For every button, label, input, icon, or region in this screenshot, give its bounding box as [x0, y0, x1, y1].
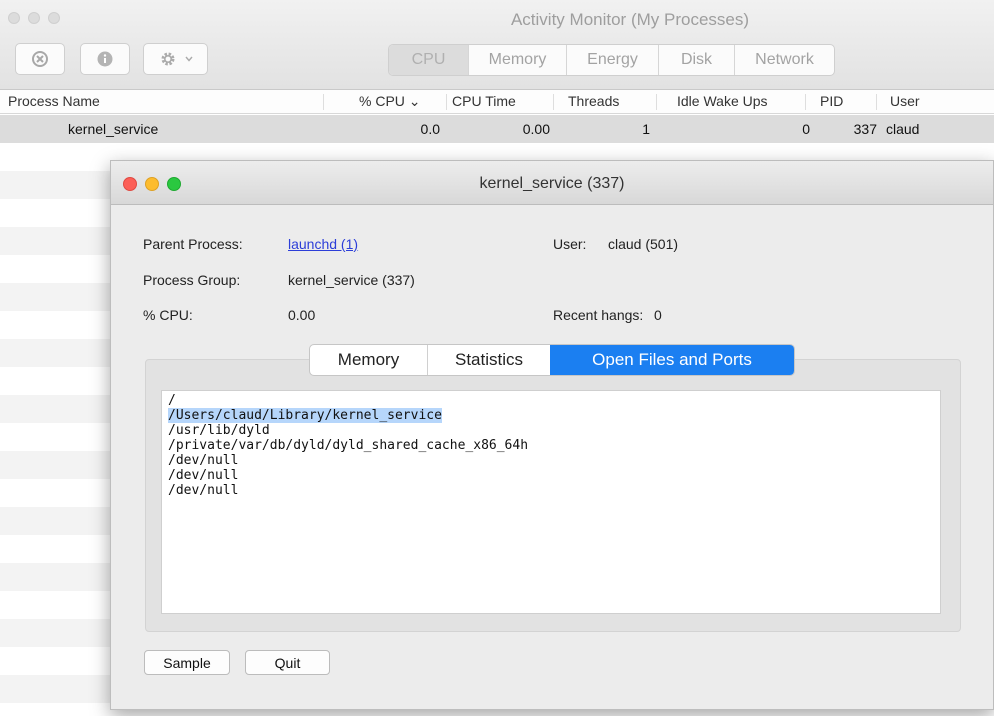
view-tabs: CPU Memory Energy Disk Network	[388, 44, 835, 76]
column-divider[interactable]	[553, 94, 554, 110]
process-pid: 337	[853, 121, 877, 137]
window-title: Activity Monitor (My Processes)	[510, 10, 750, 29]
column-cpu-time[interactable]: CPU Time	[452, 93, 516, 109]
table-header: Process Name % CPU ⌄ CPU Time Threads Id…	[0, 90, 994, 114]
tab-network[interactable]: Network	[734, 45, 834, 75]
list-item[interactable]: /private/var/db/dyld/dyld_shared_cache_x…	[168, 438, 934, 453]
column-divider[interactable]	[805, 94, 806, 110]
file-path: /Users/claud/Library/kernel_service	[168, 408, 442, 423]
list-item[interactable]: /dev/null	[168, 453, 934, 468]
list-item[interactable]: /	[168, 393, 934, 408]
file-path: /dev/null	[168, 468, 239, 483]
file-path: /usr/lib/dyld	[168, 423, 270, 438]
user-value: claud (501)	[608, 236, 679, 252]
list-item[interactable]: /usr/lib/dyld	[168, 423, 934, 438]
chevron-down-icon	[184, 56, 193, 62]
tab-memory[interactable]: Memory	[310, 345, 427, 375]
column-idle-wake-ups[interactable]: Idle Wake Ups	[677, 93, 768, 109]
zoom-window-button[interactable]	[48, 12, 60, 24]
file-path: /private/var/db/dyld/dyld_shared_cache_x…	[168, 438, 529, 453]
close-window-button[interactable]	[8, 12, 20, 24]
process-threads: 1	[642, 121, 650, 137]
quit-button[interactable]: Quit	[245, 650, 330, 675]
inspect-process-button[interactable]	[80, 43, 130, 75]
tab-energy[interactable]: Energy	[566, 45, 658, 75]
recent-hangs-value: 0	[654, 307, 662, 323]
cpu-value: 0.00	[288, 307, 316, 323]
cpu-label: % CPU:	[143, 307, 193, 323]
process-name: kernel_service	[68, 121, 159, 137]
tab-statistics[interactable]: Statistics	[427, 345, 550, 375]
tab-memory[interactable]: Memory	[468, 45, 566, 75]
column-cpu-label: % CPU	[359, 93, 405, 109]
dialog-tabs: Memory Statistics Open Files and Ports	[309, 344, 795, 376]
minimize-window-button[interactable]	[28, 12, 40, 24]
column-divider[interactable]	[446, 94, 447, 110]
column-pid[interactable]: PID	[820, 93, 843, 109]
sample-button[interactable]: Sample	[144, 650, 230, 675]
file-path: /	[168, 393, 176, 408]
parent-process-label: Parent Process:	[143, 236, 243, 252]
column-divider[interactable]	[656, 94, 657, 110]
process-group-value: kernel_service (337)	[288, 272, 415, 288]
column-cpu[interactable]: % CPU ⌄	[359, 93, 421, 110]
file-path: /dev/null	[168, 453, 239, 468]
recent-hangs-label: Recent hangs:	[553, 307, 644, 323]
process-user: claud	[886, 121, 920, 137]
tab-open-files-and-ports[interactable]: Open Files and Ports	[550, 345, 794, 375]
dialog-titlebar[interactable]: kernel_service (337)	[111, 161, 993, 205]
column-divider[interactable]	[323, 94, 324, 110]
table-row[interactable]: kernel_service 0.0 0.00 1 0 337 claud	[0, 115, 994, 143]
file-path: /dev/null	[168, 483, 239, 498]
process-idle-wake-ups: 0	[802, 121, 810, 137]
stop-process-button[interactable]	[15, 43, 65, 75]
process-info-dialog: kernel_service (337) Parent Process: lau…	[110, 160, 994, 710]
parent-process-link[interactable]: launchd (1)	[288, 236, 358, 252]
column-divider[interactable]	[876, 94, 877, 110]
open-files-list[interactable]: / /Users/claud/Library/kernel_service /u…	[161, 390, 941, 614]
process-cpu: 0.0	[420, 121, 440, 137]
sort-descending-icon: ⌄	[408, 93, 421, 109]
action-menu-button[interactable]	[143, 43, 208, 75]
list-item[interactable]: /dev/null	[168, 468, 934, 483]
stop-process-icon	[32, 51, 48, 67]
user-label: User:	[553, 236, 587, 252]
column-user[interactable]: User	[890, 93, 920, 109]
tab-cpu[interactable]: CPU	[389, 45, 468, 75]
column-threads[interactable]: Threads	[568, 93, 619, 109]
gear-icon	[161, 52, 174, 66]
toolbar: Activity Monitor (My Processes) CPU Memo…	[0, 0, 994, 90]
process-cpu-time: 0.00	[522, 121, 550, 137]
dialog-title: kernel_service (337)	[479, 175, 625, 192]
list-item[interactable]: /dev/null	[168, 483, 934, 498]
list-item-selected[interactable]: /Users/claud/Library/kernel_service	[168, 408, 934, 423]
tab-disk[interactable]: Disk	[658, 45, 734, 75]
process-group-label: Process Group:	[143, 272, 241, 288]
info-icon	[97, 51, 113, 67]
column-process-name[interactable]: Process Name	[8, 93, 100, 109]
